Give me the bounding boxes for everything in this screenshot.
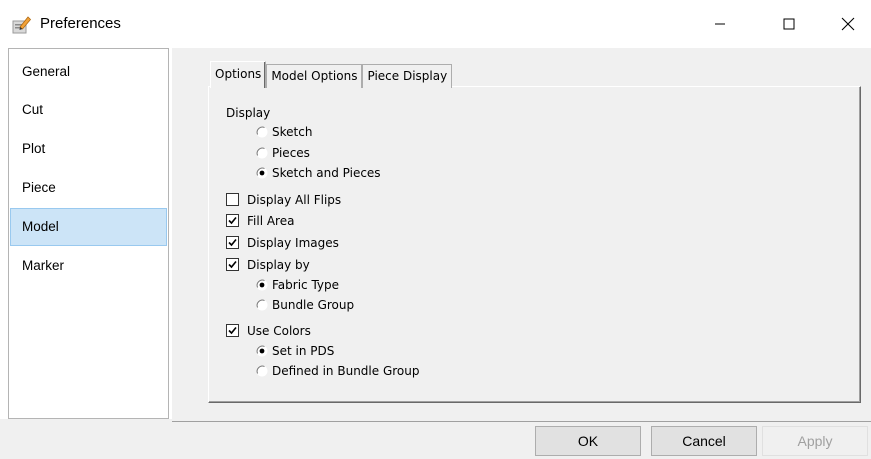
window-title: Preferences bbox=[40, 15, 121, 32]
tab-strip: Options Model Options Piece Display bbox=[210, 61, 453, 88]
display-group-label: Display bbox=[226, 106, 271, 120]
minimize-icon bbox=[715, 23, 725, 25]
radio-label-sketch-and-pieces: Sketch and Pieces bbox=[272, 166, 381, 180]
radio-label-fabric-type: Fabric Type bbox=[272, 278, 340, 292]
sidebar: General Cut Plot Piece Model Marker bbox=[8, 48, 169, 419]
apply-button[interactable]: Apply bbox=[762, 426, 868, 456]
tab-options[interactable]: Options bbox=[210, 61, 267, 88]
radio-label-set-in-pds: Set in PDS bbox=[272, 344, 335, 358]
ok-button[interactable]: OK bbox=[535, 426, 641, 456]
radio-sketch-and-pieces[interactable] bbox=[256, 167, 268, 179]
checkbox-display-by[interactable] bbox=[226, 258, 239, 271]
checkmark-icon bbox=[228, 326, 237, 335]
close-icon bbox=[841, 17, 855, 31]
tab-piece-display[interactable]: Piece Display bbox=[362, 64, 453, 88]
radio-set-in-pds[interactable] bbox=[256, 345, 268, 357]
tab-model-options[interactable]: Model Options bbox=[266, 64, 363, 88]
cancel-button[interactable]: Cancel bbox=[651, 426, 757, 456]
checkbox-display-all-flips[interactable] bbox=[226, 193, 239, 206]
checkbox-fill-area[interactable] bbox=[226, 214, 239, 227]
checkmark-icon bbox=[228, 260, 237, 269]
checkbox-label-display-all-flips: Display All Flips bbox=[247, 193, 342, 207]
minimize-button[interactable] bbox=[697, 0, 743, 48]
sidebar-item-model[interactable]: Model bbox=[10, 208, 167, 246]
checkmark-icon bbox=[228, 216, 237, 225]
radio-sketch[interactable] bbox=[256, 126, 268, 138]
checkbox-display-images[interactable] bbox=[226, 236, 239, 249]
radio-label-pieces: Pieces bbox=[272, 146, 310, 160]
radio-defined-in-bundle-group[interactable] bbox=[256, 365, 268, 377]
radio-pieces[interactable] bbox=[256, 147, 268, 159]
sidebar-item-general[interactable]: General bbox=[10, 53, 167, 91]
maximize-button[interactable] bbox=[766, 0, 812, 48]
preferences-pencil-icon bbox=[12, 15, 32, 35]
checkbox-label-display-images: Display Images bbox=[247, 236, 339, 250]
checkbox-label-fill-area: Fill Area bbox=[247, 214, 295, 228]
maximize-icon bbox=[783, 18, 795, 30]
radio-fabric-type[interactable] bbox=[256, 279, 268, 291]
sidebar-item-cut[interactable]: Cut bbox=[10, 91, 167, 129]
footer-divider bbox=[172, 421, 871, 422]
radio-bundle-group[interactable] bbox=[256, 299, 268, 311]
title-bar: Preferences bbox=[0, 0, 871, 48]
sidebar-item-plot[interactable]: Plot bbox=[10, 130, 167, 168]
sidebar-item-piece[interactable]: Piece bbox=[10, 169, 167, 207]
radio-label-defined-in-bundle-group: Defined in Bundle Group bbox=[272, 364, 420, 378]
checkbox-label-use-colors: Use Colors bbox=[247, 324, 311, 338]
checkbox-label-display-by: Display by bbox=[247, 258, 310, 272]
checkbox-use-colors[interactable] bbox=[226, 324, 239, 337]
sidebar-item-marker[interactable]: Marker bbox=[10, 247, 167, 285]
checkmark-icon bbox=[228, 238, 237, 247]
radio-label-bundle-group: Bundle Group bbox=[272, 298, 355, 312]
content-panel: Options Model Options Piece Display Disp… bbox=[172, 48, 871, 422]
radio-label-sketch: Sketch bbox=[272, 125, 313, 139]
close-button[interactable] bbox=[825, 0, 871, 48]
